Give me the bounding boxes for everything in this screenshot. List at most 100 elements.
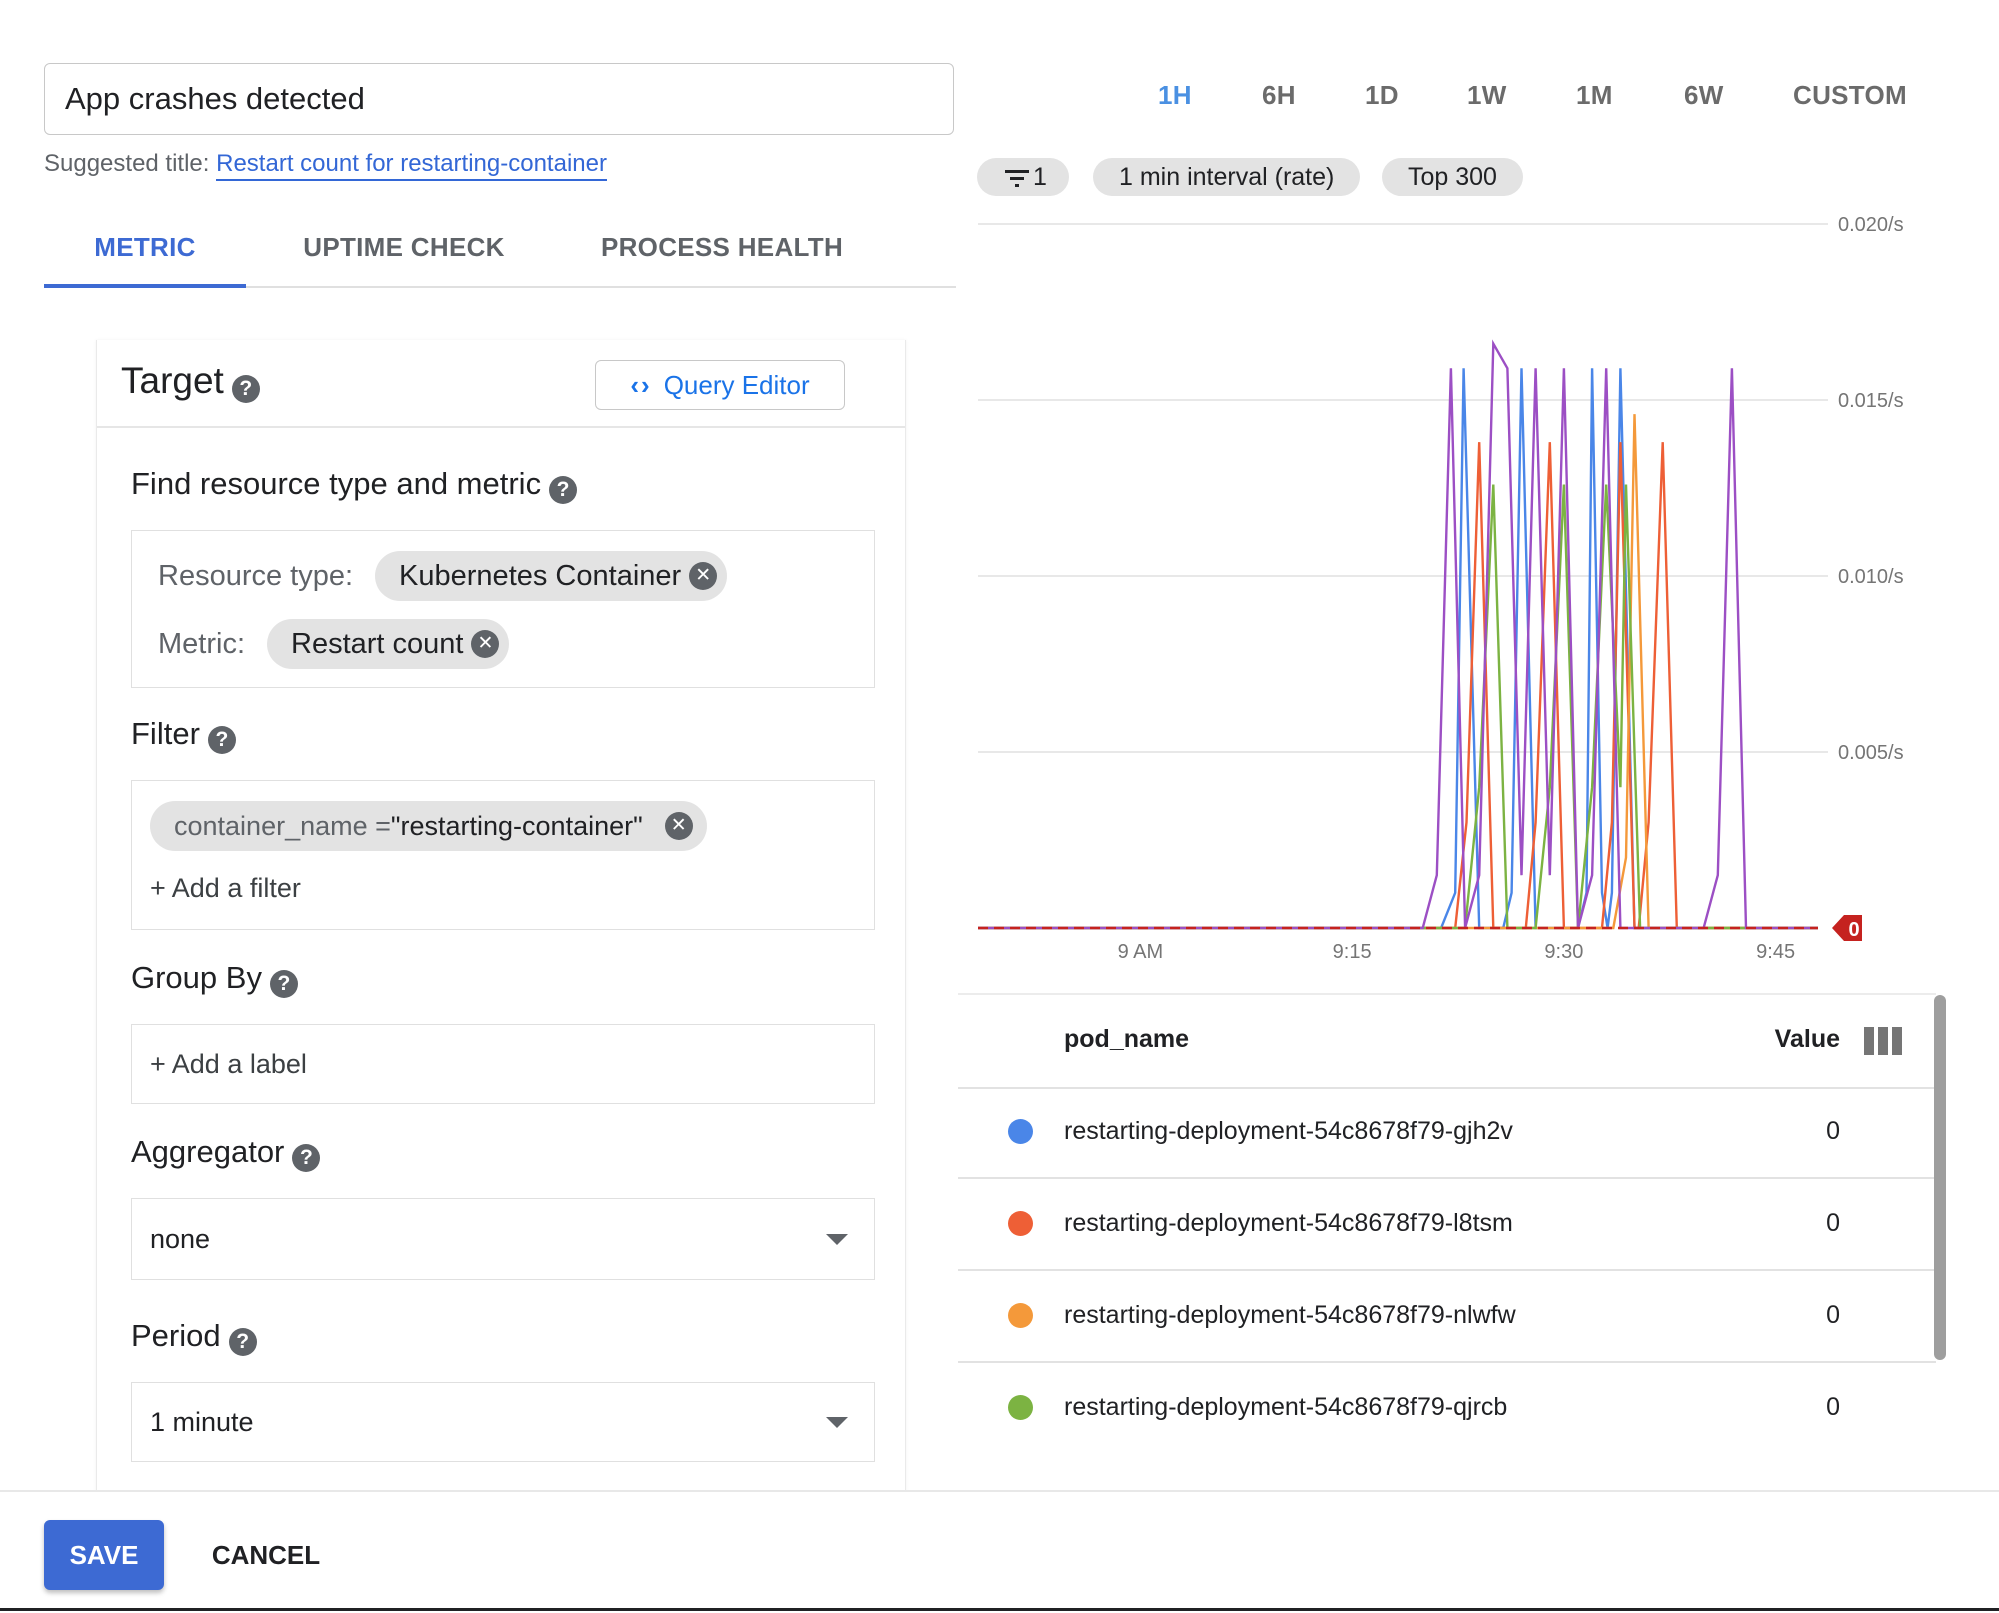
chart-series	[978, 339, 1818, 930]
suggested-title-prefix: Suggested title:	[44, 150, 210, 177]
filter-count: 1	[1033, 163, 1047, 191]
filter-title: Filter	[131, 716, 200, 751]
series-line	[978, 339, 1818, 930]
metric-chip[interactable]: Restart count ✕	[267, 619, 510, 669]
range-custom[interactable]: CUSTOM	[1793, 80, 1907, 111]
pod-value: 0	[1826, 1117, 1840, 1145]
series-color-dot	[1008, 1211, 1033, 1236]
metric-label: Metric:	[158, 627, 245, 660]
y-tick-label: 0.010/s	[1838, 566, 1904, 588]
close-icon[interactable]: ✕	[689, 562, 718, 590]
help-circle-icon[interactable]: ?	[231, 374, 260, 403]
column-header-pod-name[interactable]: pod_name	[1064, 1025, 1189, 1054]
help-circle-icon[interactable]: ?	[228, 1327, 257, 1356]
resource-type-label: Resource type:	[158, 559, 354, 592]
add-filter-link[interactable]: + Add a filter	[150, 873, 301, 904]
filter-key: container_name =	[174, 810, 391, 841]
aggregator-title: Aggregator	[131, 1134, 285, 1169]
find-resource-title: Find resource type and metric	[131, 466, 542, 501]
range-6w[interactable]: 6W	[1684, 80, 1724, 111]
save-button[interactable]: SAVE	[44, 1520, 164, 1590]
series-line	[978, 484, 1818, 930]
close-icon[interactable]: ✕	[664, 812, 693, 840]
range-1h[interactable]: 1H	[1158, 80, 1192, 111]
find-resource-heading: Find resource type and metric?	[131, 466, 578, 504]
group-by-box[interactable]: + Add a label	[131, 1024, 875, 1104]
help-circle-icon[interactable]: ?	[207, 725, 236, 754]
pod-name: restarting-deployment-54c8678f79-nlwfw	[1064, 1301, 1516, 1329]
help-circle-icon[interactable]: ?	[292, 1143, 321, 1172]
x-tick-label: 9:15	[1333, 941, 1372, 963]
range-1w[interactable]: 1W	[1467, 80, 1507, 111]
metric-value: Restart count	[291, 627, 464, 660]
y-tick-label: 0.005/s	[1838, 742, 1904, 764]
suggested-title: Suggested title: Restart count for resta…	[44, 150, 607, 181]
column-header-value[interactable]: Value	[1775, 1025, 1840, 1054]
group-by-title: Group By	[131, 960, 262, 995]
close-icon[interactable]: ✕	[471, 630, 500, 658]
series-line	[978, 368, 1818, 930]
aggregator-select[interactable]: none	[131, 1198, 875, 1280]
metric-row: Metric: Restart count ✕	[158, 619, 510, 669]
filter-value: "restarting-container"	[390, 810, 643, 841]
pod-value: 0	[1826, 1301, 1840, 1329]
table-row[interactable]: restarting-deployment-54c8678f79-l8tsm 0	[958, 1179, 1936, 1271]
tab-metric[interactable]: METRIC	[44, 220, 246, 288]
suggested-title-link[interactable]: Restart count for restarting-container	[216, 150, 607, 181]
code-brackets-icon: ‹›	[630, 369, 652, 400]
period-heading: Period?	[131, 1318, 257, 1356]
dropdown-arrow-icon	[826, 1233, 848, 1245]
aggregator-heading: Aggregator?	[131, 1134, 321, 1172]
series-color-dot	[1008, 1395, 1033, 1420]
y-tick-label: 0.015/s	[1838, 390, 1904, 412]
target-card-header: Target? ‹› Query Editor	[97, 340, 905, 428]
chart-grid	[978, 223, 1828, 753]
period-value: 1 minute	[150, 1406, 254, 1437]
help-circle-icon[interactable]: ?	[549, 475, 578, 504]
view-column-icon[interactable]	[1864, 1027, 1902, 1055]
condition-type-tabs: METRIC UPTIME CHECK PROCESS HEALTH	[44, 220, 956, 288]
alert-title-input[interactable]	[44, 63, 954, 135]
filter-count-pill[interactable]: 1	[977, 158, 1069, 196]
resource-type-row: Resource type: Kubernetes Container ✕	[158, 551, 728, 601]
period-title: Period	[131, 1318, 221, 1353]
pod-name: restarting-deployment-54c8678f79-gjh2v	[1064, 1117, 1513, 1145]
metric-chart: 0.005/s 0.010/s 0.015/s 0.020/s 9 AM 9:15 9:30…	[978, 214, 1904, 963]
tab-process-health[interactable]: PROCESS HEALTH	[572, 220, 872, 284]
period-select[interactable]: 1 minute	[131, 1382, 875, 1462]
help-circle-icon[interactable]: ?	[269, 969, 298, 998]
resource-metric-box: Resource type: Kubernetes Container ✕ Me…	[131, 530, 875, 688]
target-title: Target	[121, 360, 224, 401]
pod-name: restarting-deployment-54c8678f79-l8tsm	[1064, 1209, 1513, 1237]
table-scrollbar[interactable]	[1934, 995, 1946, 1360]
interval-pill[interactable]: 1 min interval (rate)	[1093, 158, 1361, 196]
series-color-dot	[1008, 1119, 1033, 1144]
filter-box: container_name = "restarting-container" …	[131, 780, 875, 930]
pod-name: restarting-deployment-54c8678f79-qjrcb	[1064, 1393, 1508, 1421]
filter-chip[interactable]: container_name = "restarting-container" …	[150, 801, 707, 851]
y-tick-label: 0.020/s	[1838, 214, 1904, 236]
range-1d[interactable]: 1D	[1365, 80, 1399, 111]
filter-heading: Filter?	[131, 716, 236, 754]
range-6h[interactable]: 6H	[1262, 80, 1296, 111]
add-label-link[interactable]: + Add a label	[150, 1049, 307, 1080]
table-row[interactable]: restarting-deployment-54c8678f79-gjh2v 0	[958, 1087, 1936, 1179]
table-row[interactable]: restarting-deployment-54c8678f79-nlwfw 0	[958, 1271, 1936, 1363]
series-color-dot	[1008, 1303, 1033, 1328]
x-tick-label: 9 AM	[1118, 941, 1164, 963]
resource-type-value: Kubernetes Container	[399, 559, 682, 592]
series-line	[978, 414, 1818, 930]
table-header: pod_name Value	[958, 993, 1936, 1089]
target-heading: Target?	[121, 360, 260, 403]
cancel-button[interactable]: CANCEL	[196, 1520, 336, 1590]
query-editor-label: Query Editor	[663, 369, 810, 400]
query-editor-button[interactable]: ‹› Query Editor	[595, 360, 845, 410]
resource-type-chip[interactable]: Kubernetes Container ✕	[375, 551, 728, 601]
range-1m[interactable]: 1M	[1576, 80, 1613, 111]
tab-uptime-check[interactable]: UPTIME CHECK	[276, 220, 532, 284]
group-by-heading: Group By?	[131, 960, 298, 998]
dropdown-arrow-icon	[826, 1416, 848, 1428]
table-row[interactable]: restarting-deployment-54c8678f79-qjrcb 0	[958, 1363, 1936, 1453]
pod-value: 0	[1826, 1393, 1840, 1421]
top-n-pill[interactable]: Top 300	[1382, 158, 1523, 196]
